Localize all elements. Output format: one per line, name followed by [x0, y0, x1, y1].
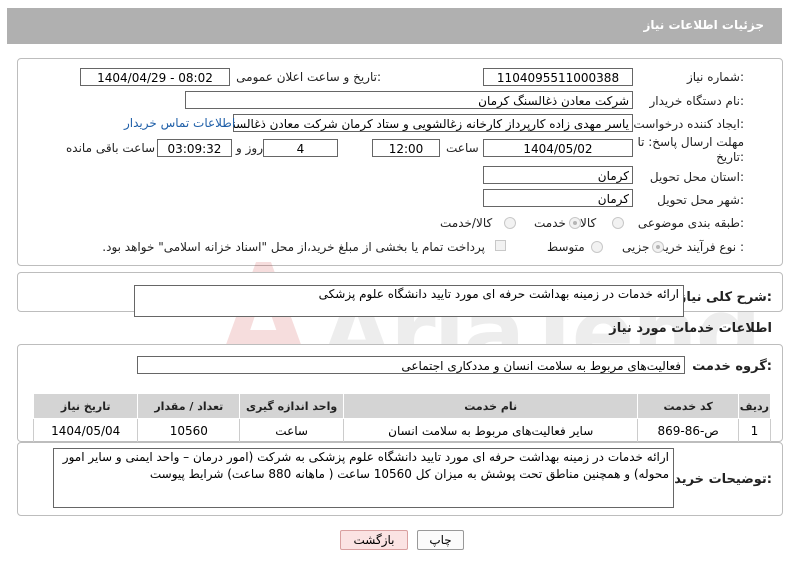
deadline-date-field: 1404/05/02 [483, 139, 633, 157]
province-label: استان محل تحویل: [649, 170, 744, 184]
province-field: کرمان [483, 166, 633, 184]
back-button[interactable]: بازگشت [340, 530, 408, 550]
category-option-service: خدمت [534, 216, 566, 230]
service-group-label: گروه خدمت: [692, 359, 772, 374]
time-label: ساعت [446, 141, 479, 155]
announce-datetime-field: 1404/04/29 - 08:02 [80, 68, 230, 86]
category-radio-service[interactable] [569, 217, 581, 229]
category-radio-goods-service[interactable] [504, 217, 516, 229]
category-label: طبقه بندی موضوعی: [637, 216, 744, 230]
col-header-qty: تعداد / مقدار [137, 393, 241, 419]
creator-label: ایجاد کننده درخواست: [633, 117, 744, 131]
page-title: جزئیات اطلاعات نیاز [643, 18, 764, 32]
summary-label: شرح کلی نیاز: [678, 290, 772, 305]
remaining-time-field: 03:09:32 [157, 139, 232, 157]
buyer-notes-label: توضیحات خریدار: [662, 472, 772, 487]
services-table-header: ردیف کد خدمت نام خدمت واحد اندازه گیری ت… [32, 393, 772, 419]
cell-service-name: سایر فعالیت‌های مربوط به سلامت انسان [342, 418, 639, 444]
payment-checkbox[interactable] [495, 240, 506, 251]
col-header-unit: واحد اندازه گیری [239, 393, 344, 419]
cell-unit: ساعت [239, 418, 344, 444]
print-button[interactable]: چاپ [417, 530, 464, 550]
buyer-notes-textarea[interactable]: ارائه خدمات در زمینه بهداشت حرفه ای مورد… [53, 448, 674, 508]
days-label: روز و [236, 141, 263, 155]
need-number-field: 1104095511000388 [483, 68, 633, 86]
col-header-date: تاریخ نیاز [32, 393, 139, 419]
buyer-org-label: نام دستگاه خریدار: [649, 94, 745, 108]
city-label: شهر محل تحویل: [657, 193, 744, 207]
process-option-minor: جزیی [622, 240, 650, 254]
cell-row-number: 1 [737, 418, 772, 444]
city-field: کرمان [483, 189, 633, 207]
deadline-label-line2: تاریخ: [716, 150, 744, 164]
process-radio-minor[interactable] [652, 241, 664, 253]
remaining-label: ساعت باقی مانده [66, 141, 156, 155]
col-header-name: نام خدمت [342, 393, 639, 419]
services-section-title: اطلاعات خدمات مورد نیاز [609, 321, 772, 336]
category-option-goods-service: کالا/خدمت [440, 216, 493, 230]
services-table: ردیف کد خدمت نام خدمت واحد اندازه گیری ت… [32, 393, 772, 444]
col-header-code: کد خدمت [637, 393, 739, 419]
buyer-org-field: شرکت معادن ذغالسنگ کرمان [185, 91, 633, 109]
category-option-goods: کالا [580, 216, 597, 230]
summary-textarea[interactable]: ارائه خدمات در زمینه بهداشت حرفه ای مورد… [134, 285, 684, 317]
process-radio-medium[interactable] [591, 241, 603, 253]
deadline-label-line1: مهلت ارسال پاسخ: تا [637, 135, 744, 149]
col-header-row: ردیف [737, 393, 772, 419]
announce-label: تاریخ و ساعت اعلان عمومی: [236, 70, 381, 84]
payment-note: پرداخت تمام یا بخشی از مبلغ خرید،از محل … [102, 240, 485, 254]
service-group-field: فعالیت‌های مربوط به سلامت انسان و مددکار… [137, 356, 685, 374]
page-header: جزئیات اطلاعات نیاز [7, 8, 782, 44]
process-label: نوع فرآیند خرید : [659, 240, 744, 254]
cell-service-code: ص-86-869 [637, 418, 739, 444]
cell-quantity: 10560 [137, 418, 241, 444]
category-radio-goods[interactable] [612, 217, 624, 229]
table-row: 1 ص-86-869 سایر فعالیت‌های مربوط به سلام… [32, 418, 772, 444]
deadline-time-field: 12:00 [372, 139, 440, 157]
buyer-contact-link[interactable]: اطلاعات تماس خریدار [124, 116, 235, 130]
process-option-medium: متوسط [547, 240, 585, 254]
cell-need-date: 1404/05/04 [32, 418, 139, 444]
deadline-label: مهلت ارسال پاسخ: تا تاریخ: [637, 135, 744, 165]
days-field: 4 [263, 139, 338, 157]
creator-field: یاسر مهدی زاده کارپرداز کارخانه زغالشویی… [233, 114, 633, 132]
need-number-label: شماره نیاز: [686, 70, 744, 84]
